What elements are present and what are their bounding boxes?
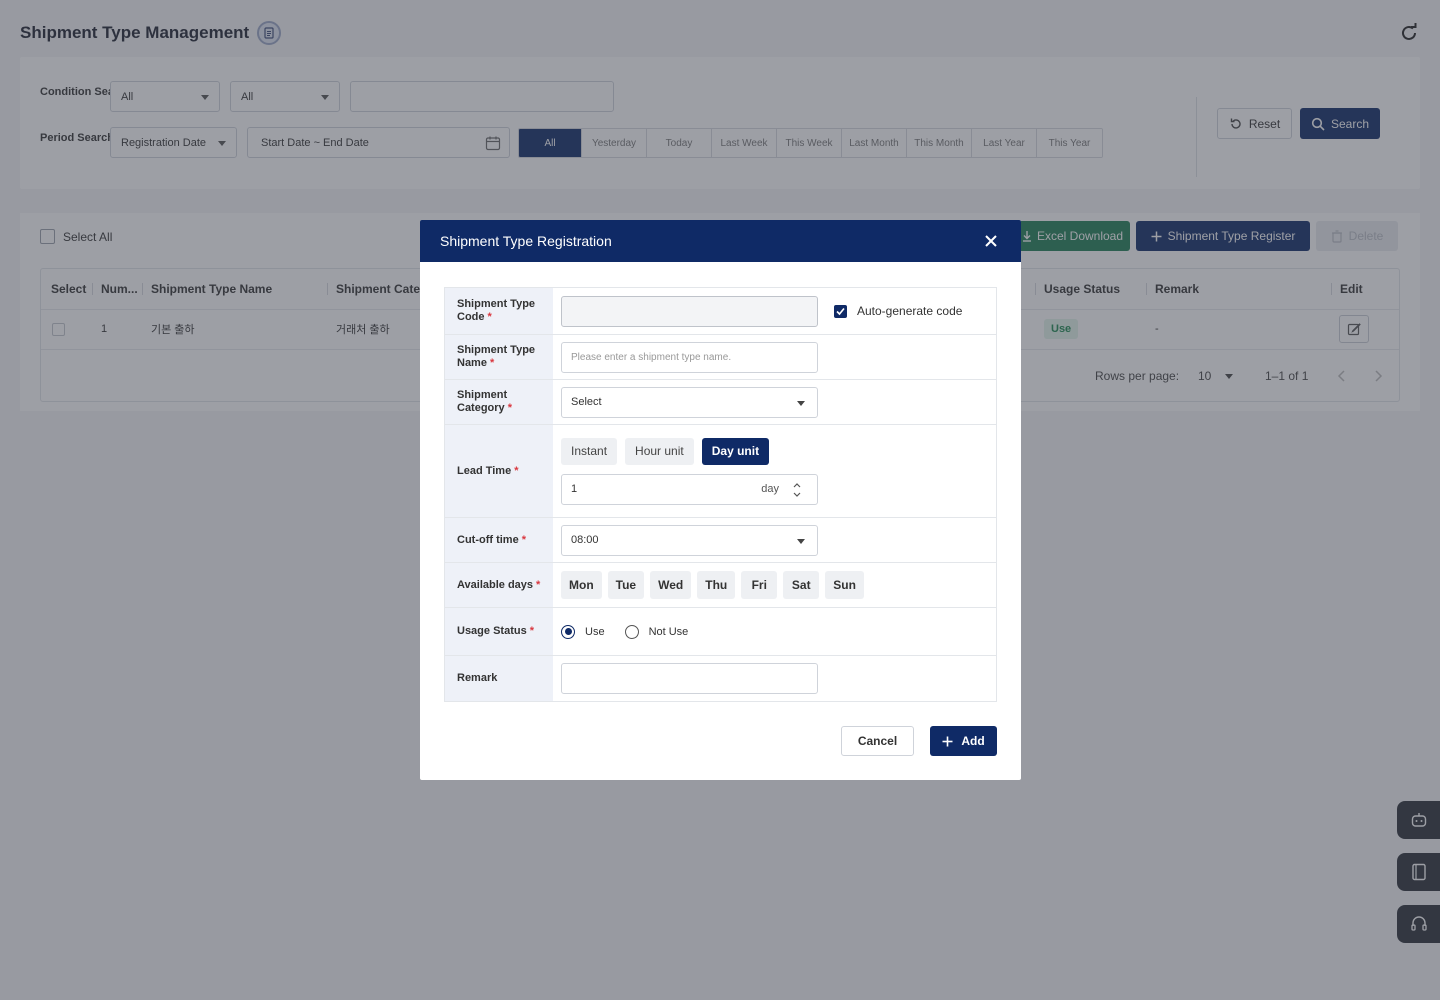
usage-use-radio[interactable]: Use: [561, 624, 605, 639]
lead-time-label: Lead Time *: [445, 425, 553, 517]
row-available-days: Available days * Mon Tue Wed Thu Fri Sat …: [445, 563, 996, 608]
lead-time-field-wrap: Instant Hour unit Day unit 1 day: [553, 425, 996, 517]
day-sun[interactable]: Sun: [825, 571, 864, 599]
auto-generate-checkbox[interactable]: [834, 304, 847, 318]
available-days-label: Available days *: [445, 563, 553, 607]
remark-input[interactable]: [561, 663, 818, 694]
remark-label: Remark: [445, 656, 553, 701]
cutoff-label: Cut-off time *: [445, 518, 553, 562]
modal-header: Shipment Type Registration: [420, 220, 1021, 262]
lead-time-stepper[interactable]: 1 day: [561, 473, 818, 505]
add-button[interactable]: Add: [930, 726, 997, 756]
lead-time-value: 1: [571, 483, 578, 495]
row-category: Shipment Category * Select: [445, 380, 996, 425]
code-input[interactable]: [561, 295, 818, 327]
name-input[interactable]: Please enter a shipment type name.: [561, 341, 818, 373]
day-tue[interactable]: Tue: [607, 571, 645, 599]
usage-field-wrap: Use Not Use: [553, 608, 996, 655]
registration-form: Shipment Type Code * Auto-generate code S…: [444, 287, 997, 702]
row-usage-status: Usage Status * Use Not Use: [445, 608, 996, 656]
usage-not-use-label: Not Use: [648, 625, 689, 638]
days-field-wrap: Mon Tue Wed Thu Fri Sat Sun: [553, 563, 996, 607]
shipment-type-registration-dialog: Shipment Type Registration Shipment Type…: [420, 220, 1021, 780]
cancel-button[interactable]: Cancel: [841, 726, 914, 756]
modal-title: Shipment Type Registration: [440, 233, 612, 249]
row-lead-time: Lead Time * Instant Hour unit Day unit 1 …: [445, 425, 996, 518]
row-name: Shipment Type Name * Please enter a shipm…: [445, 335, 996, 380]
usage-not-use-radio[interactable]: Not Use: [624, 624, 689, 639]
code-field-wrap: Auto-generate code: [553, 288, 996, 334]
code-label: Shipment Type Code *: [445, 288, 553, 334]
lead-unit-options: Instant Hour unit Day unit: [561, 437, 777, 465]
row-code: Shipment Type Code * Auto-generate code: [445, 288, 996, 335]
name-field-wrap: Please enter a shipment type name.: [553, 335, 996, 379]
auto-generate-code[interactable]: Auto-generate code: [834, 304, 962, 318]
day-fri[interactable]: Fri: [741, 571, 778, 599]
lead-hour-unit[interactable]: Hour unit: [625, 437, 694, 465]
add-label: Add: [961, 734, 985, 748]
lead-day-unit[interactable]: Day unit: [701, 437, 770, 465]
day-wed[interactable]: Wed: [650, 571, 692, 599]
category-field-wrap: Select: [553, 380, 996, 424]
chevron-down-icon: [797, 400, 805, 406]
day-mon[interactable]: Mon: [561, 571, 602, 599]
remark-field-wrap: [553, 656, 996, 701]
close-icon[interactable]: [983, 233, 999, 249]
auto-generate-label: Auto-generate code: [857, 304, 963, 318]
check-icon: [836, 307, 845, 315]
row-remark: Remark: [445, 656, 996, 701]
radio-unchecked-icon[interactable]: [624, 624, 639, 639]
stepper-arrows-icon[interactable]: [792, 481, 802, 499]
usage-use-label: Use: [585, 625, 605, 638]
chevron-down-icon: [797, 538, 805, 544]
row-cutoff: Cut-off time * 08:00: [445, 518, 996, 563]
category-value: Select: [571, 396, 602, 408]
lead-instant[interactable]: Instant: [561, 437, 618, 465]
lead-time-unit: day: [761, 483, 779, 495]
radio-checked-icon[interactable]: [561, 624, 575, 639]
cutoff-field-wrap: 08:00: [553, 518, 996, 562]
plus-icon: [942, 736, 953, 746]
cutoff-select[interactable]: 08:00: [561, 524, 818, 556]
usage-status-label: Usage Status *: [445, 608, 553, 655]
cutoff-value: 08:00: [571, 534, 599, 546]
name-label: Shipment Type Name *: [445, 335, 553, 379]
day-thu[interactable]: Thu: [697, 571, 736, 599]
day-sat[interactable]: Sat: [783, 571, 820, 599]
category-select[interactable]: Select: [561, 386, 818, 418]
category-label: Shipment Category *: [445, 380, 553, 424]
